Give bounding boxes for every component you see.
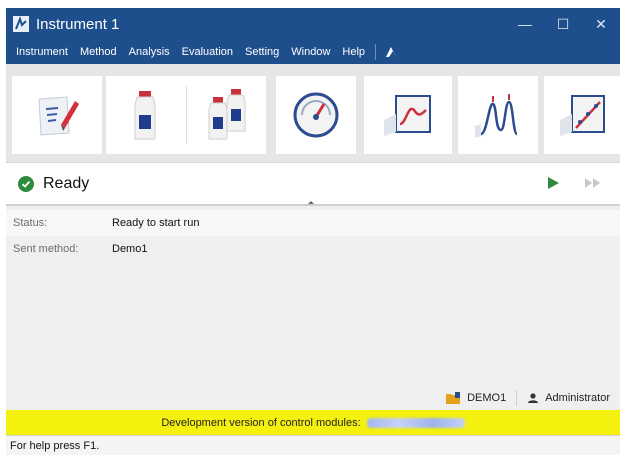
details-panel: Status: Ready to start run Sent method: …	[6, 204, 620, 410]
tool-monitor[interactable]	[364, 76, 452, 154]
detail-label: Sent method:	[13, 243, 79, 255]
project-folder-icon	[446, 391, 461, 404]
user-icon	[528, 392, 539, 403]
tool-sample-series[interactable]	[188, 76, 266, 154]
menu-bar: Instrument Method Analysis Evaluation Se…	[6, 40, 620, 64]
tool-single-sample[interactable]	[106, 76, 184, 154]
chromatogram-monitor-icon	[384, 95, 431, 136]
fast-forward-button[interactable]	[584, 177, 602, 192]
maximize-button[interactable]: ☐	[544, 8, 582, 40]
detail-row-status: Status: Ready to start run	[6, 210, 620, 236]
menu-window[interactable]: Window	[285, 40, 336, 64]
play-button[interactable]	[546, 176, 560, 193]
tool-peaks[interactable]	[458, 76, 538, 154]
dev-version-banner: Development version of control modules:	[6, 410, 620, 435]
tool-edit-method[interactable]	[12, 76, 102, 154]
footer-info: DEMO1 Administrator	[6, 385, 620, 410]
help-text: For help press F1.	[10, 439, 100, 452]
menu-separator	[375, 44, 377, 60]
menu-help[interactable]: Help	[336, 40, 371, 64]
calibration-icon	[560, 95, 605, 136]
title-bar: Instrument 1 — ☐ ✕	[6, 8, 620, 40]
gauge-icon	[293, 92, 339, 138]
tool-divider	[186, 86, 187, 144]
detail-value: Ready to start run	[112, 217, 200, 229]
edit-method-icon	[38, 96, 79, 136]
status-text: Ready	[43, 174, 90, 192]
user-indicator[interactable]: Administrator	[517, 392, 620, 404]
single-sample-icon	[134, 91, 156, 140]
menu-analysis[interactable]: Analysis	[123, 40, 176, 64]
menu-setting[interactable]: Setting	[239, 40, 285, 64]
menu-evaluation[interactable]: Evaluation	[176, 40, 239, 64]
detail-row-method: Sent method: Demo1	[6, 236, 620, 262]
brand-logo-icon[interactable]	[382, 43, 400, 61]
tool-gauge[interactable]	[276, 76, 356, 154]
toolbar	[6, 64, 620, 162]
tool-calibration[interactable]	[544, 76, 620, 154]
play-icon	[548, 177, 559, 189]
window-title: Instrument 1	[36, 15, 120, 33]
checkmark-icon	[18, 175, 34, 192]
tool-sample-group	[106, 76, 266, 154]
close-button[interactable]: ✕	[582, 8, 620, 40]
project-indicator[interactable]: DEMO1	[435, 391, 516, 405]
user-name: Administrator	[545, 391, 610, 404]
menu-instrument[interactable]: Instrument	[10, 40, 74, 64]
fast-forward-icon	[585, 178, 600, 188]
help-status-bar: For help press F1.	[6, 435, 620, 455]
project-name: DEMO1	[467, 391, 507, 404]
blurred-redaction	[366, 417, 465, 428]
run-status-bar: Ready	[6, 162, 620, 204]
detail-label: Status:	[13, 217, 48, 229]
sample-series-icon	[208, 89, 246, 140]
dev-notice-text: Development version of control modules:	[161, 416, 361, 429]
detail-value: Demo1	[112, 243, 148, 255]
menu-method[interactable]: Method	[74, 40, 123, 64]
app-icon	[12, 15, 30, 33]
peaks-analysis-icon	[475, 94, 519, 138]
minimize-button[interactable]: —	[506, 8, 544, 40]
